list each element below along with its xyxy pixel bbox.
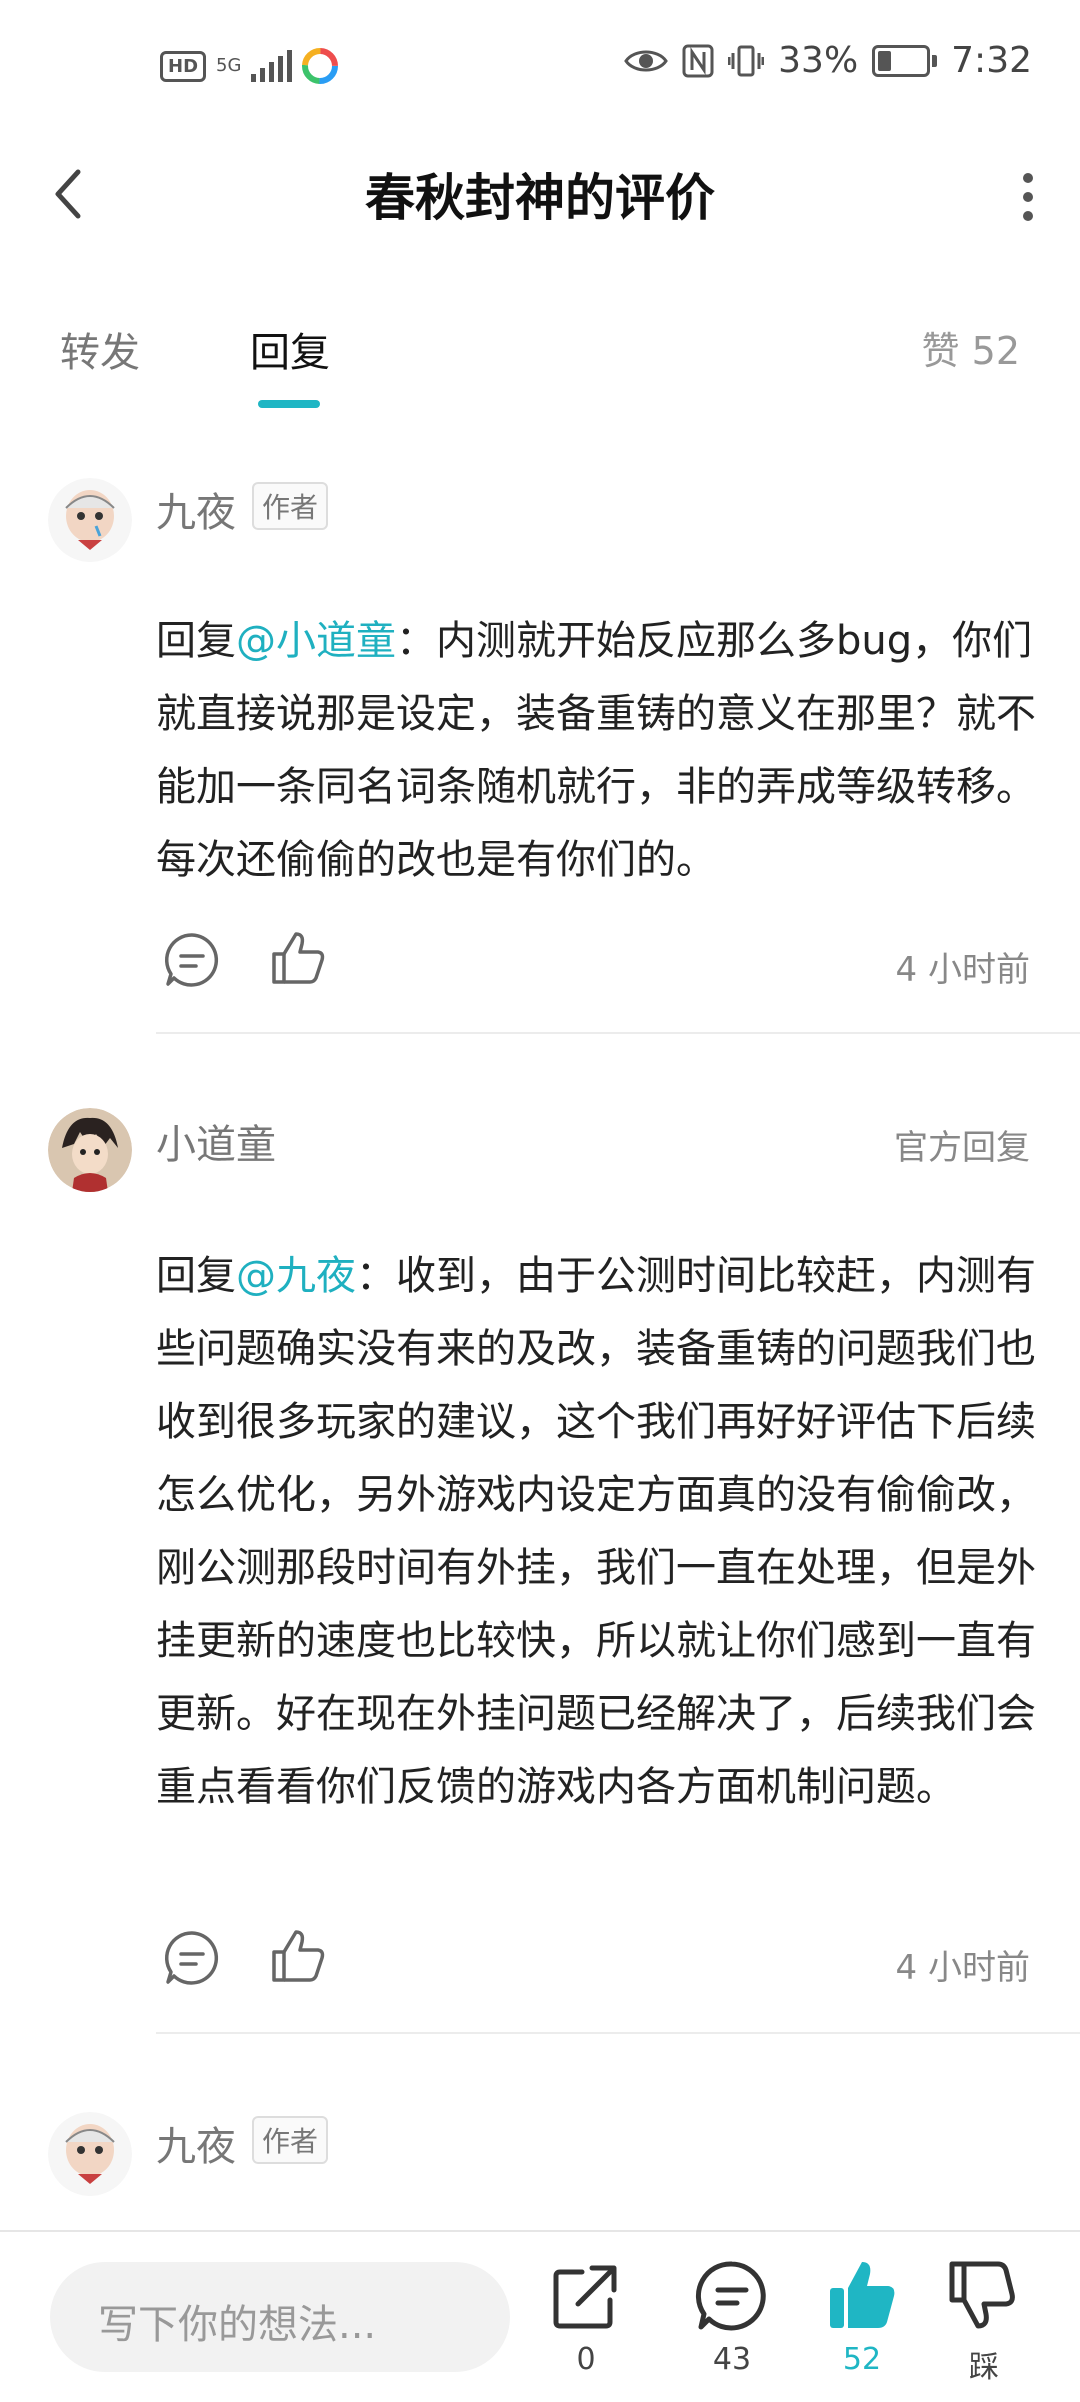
avatar[interactable]: [48, 2112, 132, 2196]
tab-bar: 转发 回复 赞 52: [0, 300, 1080, 420]
comment-text: 回复@小道童：内测就开始反应那么多bug，你们就直接说那是设定，装备重铸的意义在…: [156, 605, 1036, 897]
tab-reply[interactable]: 回复: [250, 320, 330, 378]
author-badge: 作者: [252, 2116, 329, 2164]
battery-icon: [872, 44, 938, 77]
author-badge: 作者: [252, 482, 329, 530]
tab-likes[interactable]: 赞 52: [922, 320, 1020, 375]
reply-prefix: 回复: [156, 1253, 236, 1299]
timestamp: 4 小时前: [895, 950, 1030, 990]
signal-icon: [251, 50, 293, 82]
app-color-icon: [302, 48, 339, 84]
reply-icon[interactable]: [162, 1928, 222, 1988]
reply-prefix: 回复: [156, 618, 236, 664]
like-count: 52: [842, 2342, 882, 2377]
status-bar: HD 5G 33% 7:32: [0, 0, 1080, 140]
dislike-label: 踩: [969, 2350, 999, 2385]
username[interactable]: 九夜: [156, 480, 236, 538]
avatar[interactable]: [48, 1108, 132, 1192]
eye-icon: [624, 50, 668, 71]
page-title: 春秋封神的评价: [365, 169, 715, 227]
timestamp: 4 小时前: [895, 1948, 1030, 1988]
thumbs-down-icon[interactable]: [944, 2256, 1024, 2336]
comment-text: 回复@九夜：收到，由于公测时间比较赶，内测有些问题确实没有来的及改，装备重铸的问…: [156, 1240, 1036, 1824]
reply-icon[interactable]: [162, 930, 222, 990]
clock: 7:32: [951, 40, 1032, 81]
username[interactable]: 小道童: [156, 1112, 276, 1170]
bottom-action-bar: 写下你的想法... 0 43 52 踩: [0, 2230, 1080, 2402]
thumbs-up-filled-icon[interactable]: [822, 2256, 902, 2336]
thumbs-up-icon[interactable]: [268, 1926, 328, 1986]
comment-content: ：收到，由于公测时间比较赶，内测有些问题确实没有来的及改，装备重铸的问题我们也收…: [156, 1253, 1036, 1810]
comment-input[interactable]: 写下你的想法...: [50, 2262, 510, 2372]
tab-forward[interactable]: 转发: [60, 320, 140, 378]
hd-indicator: HD: [160, 50, 207, 82]
mention-link[interactable]: @小道童: [236, 618, 396, 664]
avatar[interactable]: [48, 478, 132, 562]
top-app-bar: 春秋封神的评价: [0, 140, 1080, 250]
comment-count: 43: [712, 2342, 752, 2377]
nfc-icon: [682, 44, 714, 77]
divider: [156, 2032, 1080, 2034]
likes-label: 赞: [921, 329, 960, 373]
username[interactable]: 九夜: [156, 2114, 236, 2172]
likes-count: 52: [971, 329, 1020, 373]
network-type: 5G: [216, 55, 242, 76]
mention-link[interactable]: @九夜: [236, 1253, 356, 1299]
vibrate-icon: [728, 45, 765, 76]
battery-percent: 33%: [778, 40, 859, 81]
official-reply-label: 官方回复: [894, 1128, 1030, 1168]
share-count: 0: [576, 2342, 596, 2377]
thumbs-up-icon[interactable]: [268, 928, 328, 988]
status-right: 33% 7:32: [624, 40, 1032, 81]
divider: [156, 1032, 1080, 1034]
more-vert-icon[interactable]: [998, 162, 1058, 232]
status-left: HD 5G: [160, 48, 339, 84]
tab-indicator: [258, 400, 320, 408]
input-placeholder: 写下你的想法...: [98, 2302, 377, 2348]
share-icon[interactable]: [546, 2256, 626, 2336]
comment-icon[interactable]: [692, 2256, 772, 2336]
